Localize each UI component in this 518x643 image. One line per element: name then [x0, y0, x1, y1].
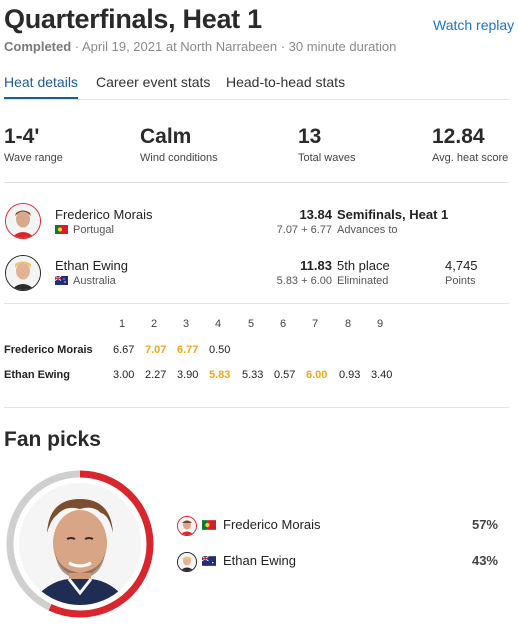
- surfer-name[interactable]: Frederico Morais: [55, 207, 153, 222]
- wave-score-cell: 0.50: [209, 344, 231, 356]
- wave-number-header: 3: [183, 318, 190, 330]
- wave-number-header: 6: [280, 318, 287, 330]
- wave-score-cell: 0.57: [274, 369, 296, 381]
- stat-wave-range: 1-4' Wave range: [4, 125, 63, 164]
- stat-wind-conditions: Calm Wind conditions: [140, 125, 218, 164]
- wave-number-header: 5: [248, 318, 255, 330]
- tab-heat-details[interactable]: Heat details: [4, 74, 78, 90]
- result-title: Semifinals, Heat 1: [337, 207, 449, 222]
- wave-score-cell: 3.90: [177, 369, 199, 381]
- wave-number-header: 8: [345, 318, 352, 330]
- wave-number-header: 9: [377, 318, 384, 330]
- wave-score-cell: 6.77: [177, 344, 199, 356]
- points-value: 4,745: [445, 258, 478, 273]
- stat-value: 12.84: [432, 125, 485, 148]
- country-label: Portugal: [73, 224, 114, 236]
- wave-number-header: 7: [312, 318, 319, 330]
- divider: [4, 99, 509, 100]
- tab-head-to-head-stats[interactable]: Head-to-head stats: [226, 74, 345, 90]
- grid-surfer-name: Ethan Ewing: [4, 369, 70, 381]
- avatar: [177, 552, 197, 572]
- stat-total-waves: 13 Total waves: [298, 125, 355, 164]
- avatar[interactable]: [5, 203, 41, 239]
- surfer-country: Australia: [55, 275, 116, 287]
- watch-replay-link[interactable]: Watch replay: [433, 17, 514, 33]
- heat-meta: Completed · April 19, 2021 at North Narr…: [4, 39, 396, 54]
- heat-score: 11.83: [300, 258, 332, 273]
- result-title: 5th place: [337, 258, 390, 273]
- country-label: Australia: [73, 275, 116, 287]
- counting-waves: 7.07 + 6.77: [276, 224, 332, 236]
- surfer-name[interactable]: Ethan Ewing: [55, 258, 128, 273]
- divider: [4, 303, 509, 304]
- stat-label: Wave range: [4, 152, 63, 164]
- divider: [4, 407, 509, 408]
- tab-career-event-stats[interactable]: Career event stats: [96, 74, 210, 90]
- wave-scores-grid: 1 2 3 4 5 6 7 8 9 Frederico Morais 6.67 7.07 6.77 0.…: [4, 318, 509, 388]
- stat-value: Calm: [140, 125, 192, 148]
- surfer-country: Portugal: [55, 224, 114, 236]
- fan-picks-donut: [5, 469, 155, 619]
- stat-label: Avg. heat score: [432, 152, 509, 164]
- counting-waves: 5.83 + 6.00: [276, 275, 332, 287]
- stat-label: Total waves: [298, 152, 356, 164]
- portugal-flag-icon: [202, 520, 216, 530]
- wave-score-cell: 6.00: [306, 369, 328, 381]
- wave-score-cell: 3.40: [371, 369, 393, 381]
- wave-score-cell: 6.67: [113, 344, 135, 356]
- wave-number-header: 2: [151, 318, 158, 330]
- wave-score-cell: 0.93: [339, 369, 361, 381]
- wave-number-header: 4: [215, 318, 222, 330]
- heat-meta-text: · April 19, 2021 at North Narrabeen · 30…: [71, 39, 397, 54]
- leader-photo: [19, 483, 141, 605]
- fan-pick-percent: 43%: [471, 553, 498, 568]
- wave-score-cell: 5.33: [242, 369, 264, 381]
- wave-score-cell: 7.07: [145, 344, 167, 356]
- stat-value: 1-4': [4, 125, 40, 148]
- stat-avg-heat-score: 12.84 Avg. heat score: [432, 125, 508, 164]
- fan-pick-name: Ethan Ewing: [223, 553, 296, 568]
- heat-score: 13.84: [299, 207, 332, 222]
- result-subtitle: Advances to: [337, 224, 398, 236]
- fan-pick-name: Frederico Morais: [223, 517, 321, 532]
- page-title: Quarterfinals, Heat 1: [4, 4, 262, 34]
- fan-pick-percent: 57%: [471, 517, 498, 532]
- stat-label: Wind conditions: [140, 152, 218, 164]
- result-subtitle: Eliminated: [337, 275, 389, 287]
- wave-score-cell: 2.27: [145, 369, 167, 381]
- divider: [4, 182, 509, 183]
- avatar[interactable]: [5, 255, 41, 291]
- australia-flag-icon: [55, 276, 68, 285]
- avatar: [177, 516, 197, 536]
- stat-value: 13: [298, 125, 322, 148]
- points-label: Points: [445, 275, 476, 287]
- wave-score-cell: 3.00: [113, 369, 135, 381]
- fan-picks-title: Fan picks: [4, 428, 101, 451]
- wave-score-cell: 5.83: [209, 369, 231, 381]
- wave-number-header: 1: [119, 318, 126, 330]
- portugal-flag-icon: [55, 225, 68, 234]
- grid-surfer-name: Frederico Morais: [4, 344, 93, 356]
- australia-flag-icon: [202, 556, 216, 566]
- status-label: Completed: [4, 39, 72, 54]
